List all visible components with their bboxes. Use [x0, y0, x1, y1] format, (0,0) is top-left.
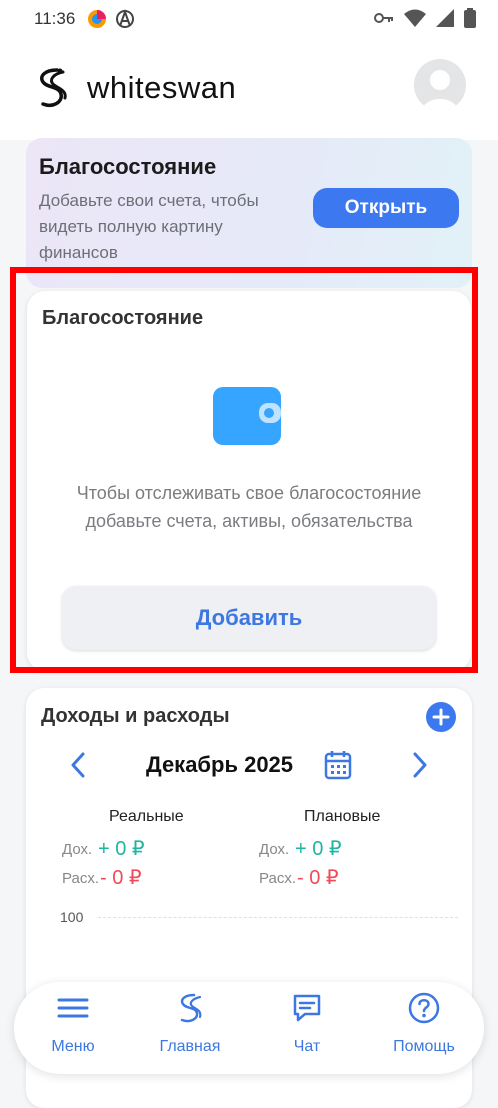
status-bar: 11:36 — [0, 0, 498, 40]
whiteswan-logo-icon — [40, 68, 67, 107]
app-notification-icon — [88, 10, 106, 28]
bottom-nav: Меню Главная Чат Помощь — [14, 982, 484, 1074]
nav-menu[interactable]: Меню — [23, 992, 123, 1064]
real-expense-value: - 0 ₽ — [100, 867, 142, 889]
next-month-chevron-icon[interactable] — [410, 750, 430, 780]
real-column-header: Реальные — [109, 808, 184, 825]
nav-help[interactable]: Помощь — [374, 992, 474, 1064]
profile-avatar[interactable] — [414, 59, 466, 111]
planned-income-label: Дох. — [259, 841, 290, 858]
nav-home[interactable]: Главная — [140, 992, 240, 1064]
battery-icon — [464, 8, 476, 28]
anarchy-notification-icon — [116, 9, 134, 28]
nav-help-label: Помощь — [393, 1038, 455, 1055]
menu-icon — [57, 998, 89, 1018]
nav-chat[interactable]: Чат — [257, 992, 357, 1064]
signal-icon — [436, 9, 454, 27]
planned-income-value: + 0 ₽ — [295, 838, 342, 860]
nav-home-label: Главная — [159, 1038, 221, 1055]
planned-column-header: Плановые — [304, 808, 381, 825]
prev-month-chevron-icon[interactable] — [68, 750, 88, 780]
calendar-icon[interactable] — [324, 750, 352, 780]
planned-expense-value: - 0 ₽ — [297, 867, 339, 889]
y-tick-100: 100 — [60, 909, 84, 925]
gridline — [98, 917, 458, 918]
real-income-value: + 0 ₽ — [98, 838, 145, 860]
real-expense-label: Расх. — [62, 870, 100, 887]
income-expense-title: Доходы и расходы — [41, 705, 230, 727]
chat-icon — [293, 994, 321, 1022]
open-button[interactable]: Открыть — [313, 188, 459, 228]
app-header: whiteswan — [0, 40, 498, 140]
banner-title: Благосостояние — [39, 154, 217, 179]
highlight-frame — [10, 267, 478, 673]
planned-expense-label: Расх. — [259, 870, 297, 887]
banner-text: Добавьте свои счета, чтобы видеть полную… — [39, 191, 259, 262]
swan-home-icon — [180, 993, 202, 1023]
add-transaction-button[interactable] — [426, 702, 456, 732]
user-icon — [422, 70, 458, 111]
nav-chat-label: Чат — [293, 1038, 321, 1055]
app-name: whiteswan — [87, 70, 237, 105]
status-time: 11:36 — [34, 9, 76, 28]
key-icon — [374, 13, 393, 23]
wifi-icon — [404, 9, 426, 27]
month-label[interactable]: Декабрь 2025 — [146, 752, 293, 778]
wealth-banner: Благосостояние Добавьте свои счета, чтоб… — [26, 138, 472, 288]
status-icons — [374, 8, 476, 28]
real-income-label: Дох. — [62, 841, 93, 858]
help-icon — [408, 992, 440, 1024]
nav-menu-label: Меню — [51, 1038, 95, 1055]
